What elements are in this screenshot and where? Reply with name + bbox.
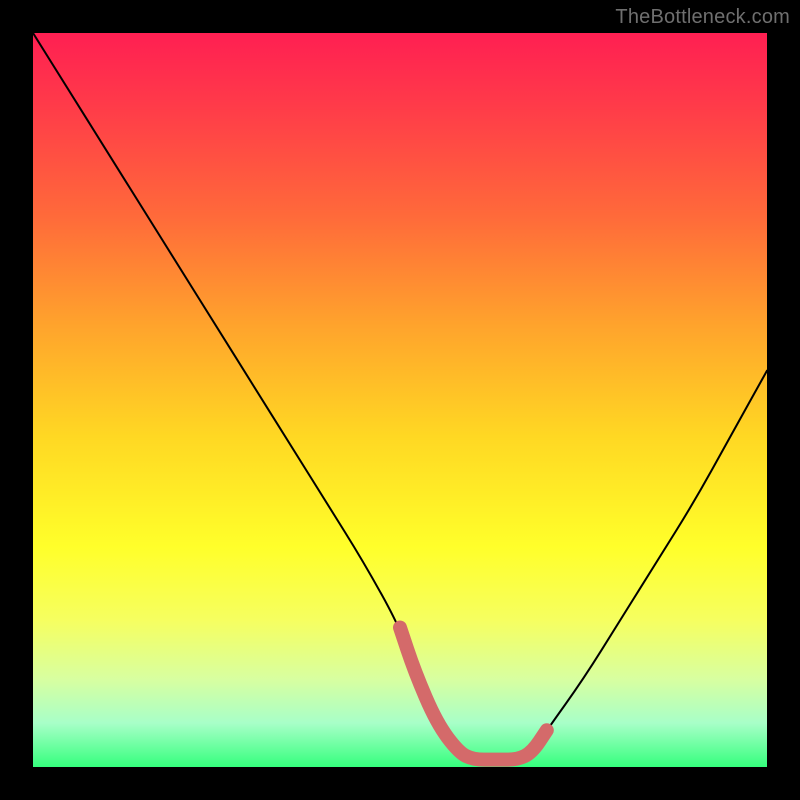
chart-frame: TheBottleneck.com — [0, 0, 800, 800]
bottleneck-curve — [33, 33, 767, 767]
watermark-text: TheBottleneck.com — [615, 6, 790, 29]
plot-area — [33, 33, 767, 767]
